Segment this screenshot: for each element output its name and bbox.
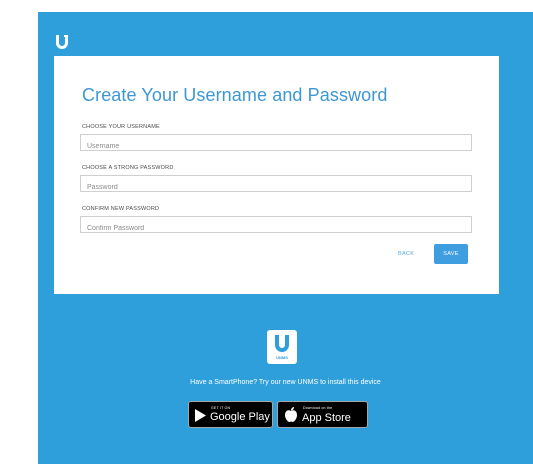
- page-title: Create Your Username and Password: [82, 85, 388, 105]
- smartphone-promo-text: Have a SmartPhone? Try our new UNMS to i…: [190, 379, 381, 386]
- app-store-badge[interactable]: Download on the App Store: [277, 401, 368, 428]
- apple-icon: [285, 407, 297, 422]
- password-field-wrapper: [80, 175, 472, 195]
- google-play-small-text: GET IT ON: [211, 406, 231, 410]
- google-play-icon: [195, 409, 206, 422]
- app-store-big-text: App Store: [302, 412, 351, 424]
- username-label: CHOOSE YOUR USERNAME: [82, 124, 160, 130]
- unms-app-icon-label: UNMS: [276, 355, 288, 360]
- google-play-big-text: Google Play: [210, 411, 270, 423]
- unms-app-icon: UNMS: [267, 330, 297, 364]
- password-label: CHOOSE A STRONG PASSWORD: [82, 165, 174, 171]
- back-button[interactable]: BACK: [398, 251, 414, 257]
- password-input[interactable]: [81, 180, 471, 195]
- create-credentials-card: Create Your Username and Password CHOOSE…: [54, 56, 499, 294]
- confirm-password-field-wrapper: [80, 216, 472, 236]
- ubiquiti-u-logo-icon: [56, 35, 68, 49]
- save-button[interactable]: SAVE: [434, 244, 468, 264]
- confirm-password-input[interactable]: [81, 221, 471, 236]
- page: Create Your Username and Password CHOOSE…: [0, 0, 533, 464]
- username-field-wrapper: [80, 134, 472, 154]
- google-play-badge[interactable]: GET IT ON Google Play: [188, 401, 273, 428]
- username-input[interactable]: [81, 139, 471, 154]
- unms-u-logo-icon: [275, 335, 289, 352]
- app-store-small-text: Download on the: [303, 406, 333, 410]
- confirm-password-label: CONFIRM NEW PASSWORD: [82, 206, 160, 212]
